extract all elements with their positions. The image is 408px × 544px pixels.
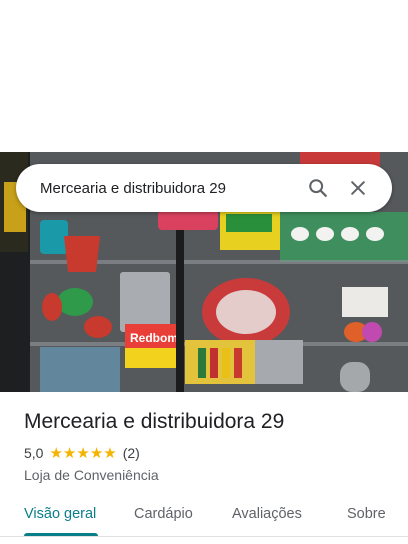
star-rating: ★ ★ ★ ★ ★ — [49, 446, 116, 461]
search-bar[interactable]: Mercearia e distribuidora 29 — [16, 164, 392, 212]
tabs-divider — [0, 536, 408, 537]
search-icon[interactable] — [298, 168, 338, 208]
tab-menu[interactable]: Cardápio — [134, 506, 193, 522]
place-info: Mercearia e distribuidora 29 5,0 ★ ★ ★ ★… — [24, 408, 394, 484]
star-icon: ★ — [89, 444, 104, 462]
rating-value: 5,0 — [24, 445, 44, 461]
star-icon: ★ — [103, 444, 117, 462]
place-title: Mercearia e distribuidora 29 — [24, 410, 285, 433]
star-icon: ★ — [76, 444, 90, 462]
review-count[interactable]: (2) — [123, 445, 140, 461]
product-sign-redbom: Redbom — [130, 331, 178, 345]
place-tabs: Visão geral Cardápio Avaliações Sobre — [0, 496, 408, 536]
search-input[interactable]: Mercearia e distribuidora 29 — [40, 180, 298, 197]
tab-overview[interactable]: Visão geral — [24, 506, 96, 522]
star-icon: ★ — [62, 444, 77, 462]
tab-about[interactable]: Sobre — [347, 506, 386, 522]
close-icon[interactable] — [338, 168, 378, 208]
tab-reviews[interactable]: Avaliações — [232, 506, 302, 522]
star-icon: ★ — [49, 444, 63, 462]
place-category[interactable]: Loja de Conveniência — [24, 466, 394, 484]
place-page: Redbom Mercearia e distribuidora 29 Merc… — [0, 0, 408, 544]
rating-row[interactable]: 5,0 ★ ★ ★ ★ ★ (2) — [24, 444, 394, 462]
